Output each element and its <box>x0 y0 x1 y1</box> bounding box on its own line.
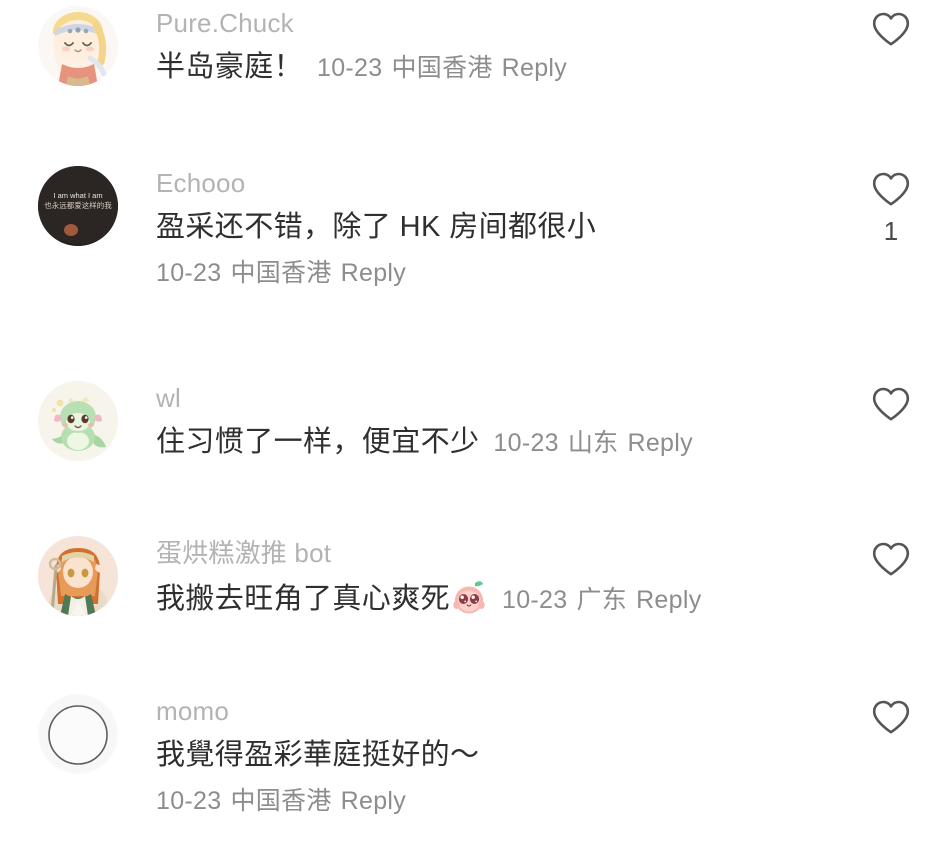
comment-text: 盈采还不错，除了 HK 房间都很小 <box>156 211 597 243</box>
svg-text:也永远都爱这样的我: 也永远都爱这样的我 <box>44 200 112 210</box>
comment-body: 蛋烘糕激推 bot 我搬去旺角了真心爽死 10-23 广东 Reply <box>118 536 854 619</box>
like-control[interactable]: 1 <box>854 166 928 244</box>
comment-date: 10-23 <box>156 787 222 815</box>
comment-body: wl 住习惯了一样，便宜不少 10-23 山东 Reply <box>118 381 854 462</box>
comment-date: 10-23 <box>493 429 559 457</box>
avatar[interactable] <box>38 694 118 774</box>
reply-button[interactable]: Reply <box>636 586 701 614</box>
comment-item[interactable]: Pure.Chuck 半岛豪庭！ 10-23 中国香港 Reply <box>0 0 942 153</box>
comment-text: 半岛豪庭！ <box>156 51 304 83</box>
comment-list: Pure.Chuck 半岛豪庭！ 10-23 中国香港 Reply I am what I… <box>0 0 942 853</box>
comment-item[interactable]: I am what I am 也永远都爱这样的我 Echooo 盈采还不错，除了 HK… <box>0 153 942 365</box>
comment-username[interactable]: 蛋烘糕激推 bot <box>156 538 854 568</box>
like-control[interactable] <box>854 381 928 421</box>
svg-text:I am what I am: I am what I am <box>53 191 102 200</box>
comment-location: 中国香港 <box>230 259 332 287</box>
comment-text-line: 盈采还不错，除了 HK 房间都很小 <box>156 208 854 246</box>
comment-location: 广东 <box>576 586 628 614</box>
like-control[interactable] <box>854 536 928 576</box>
heart-icon[interactable] <box>872 12 910 46</box>
comment-username[interactable]: Pure.Chuck <box>156 8 854 38</box>
emoji-sticker-icon <box>450 578 488 616</box>
reply-button[interactable]: Reply <box>502 54 567 82</box>
comment-username[interactable]: wl <box>156 383 854 413</box>
heart-icon[interactable] <box>872 542 910 576</box>
comment-location: 山东 <box>567 429 619 457</box>
comment-location: 中国香港 <box>391 54 493 82</box>
like-control[interactable] <box>854 694 928 734</box>
comment-meta: 10-23 中国香港 Reply <box>156 258 854 288</box>
comment-username[interactable]: momo <box>156 696 854 726</box>
comment-text: 住习惯了一样，便宜不少 <box>156 426 480 458</box>
heart-icon[interactable] <box>872 700 910 734</box>
heart-icon[interactable] <box>872 387 910 421</box>
reply-button[interactable]: Reply <box>341 259 406 287</box>
comment-body: Echooo 盈采还不错，除了 HK 房间都很小 10-23 中国香港 Reply <box>118 166 854 288</box>
comment-username[interactable]: Echooo <box>156 168 854 198</box>
like-count: 1 <box>883 216 899 246</box>
avatar[interactable] <box>38 536 118 616</box>
comment-date: 10-23 <box>317 54 383 82</box>
heart-icon[interactable] <box>872 172 910 206</box>
reply-button[interactable]: Reply <box>627 429 692 457</box>
comment-text-line: 半岛豪庭！ 10-23 中国香港 Reply <box>156 48 854 87</box>
comment-body: Pure.Chuck 半岛豪庭！ 10-23 中国香港 Reply <box>118 6 854 87</box>
comment-meta: 10-23 中国香港 Reply <box>156 786 854 816</box>
comment-date: 10-23 <box>156 259 222 287</box>
avatar[interactable] <box>38 381 118 461</box>
comment-item[interactable]: 蛋烘糕激推 bot 我搬去旺角了真心爽死 10-23 广东 Reply <box>0 520 942 678</box>
comment-text: 我覺得盈彩華庭挺好的〜 <box>156 739 480 771</box>
comment-item[interactable]: wl 住习惯了一样，便宜不少 10-23 山东 Reply <box>0 365 942 520</box>
comment-text-line: 我搬去旺角了真心爽死 10-23 广东 Reply <box>156 578 854 619</box>
avatar[interactable]: I am what I am 也永远都爱这样的我 <box>38 166 118 246</box>
comment-date: 10-23 <box>502 586 568 614</box>
comment-text-line: 住习惯了一样，便宜不少 10-23 山东 Reply <box>156 423 854 462</box>
avatar[interactable] <box>38 6 118 86</box>
reply-button[interactable]: Reply <box>341 787 406 815</box>
comment-body: momo 我覺得盈彩華庭挺好的〜 10-23 中国香港 Reply <box>118 694 854 816</box>
like-control[interactable] <box>854 6 928 46</box>
comment-item[interactable]: momo 我覺得盈彩華庭挺好的〜 10-23 中国香港 Reply <box>0 678 942 853</box>
comment-text-line: 我覺得盈彩華庭挺好的〜 <box>156 736 854 774</box>
comment-text: 我搬去旺角了真心爽死 <box>156 583 451 615</box>
comment-location: 中国香港 <box>230 787 332 815</box>
